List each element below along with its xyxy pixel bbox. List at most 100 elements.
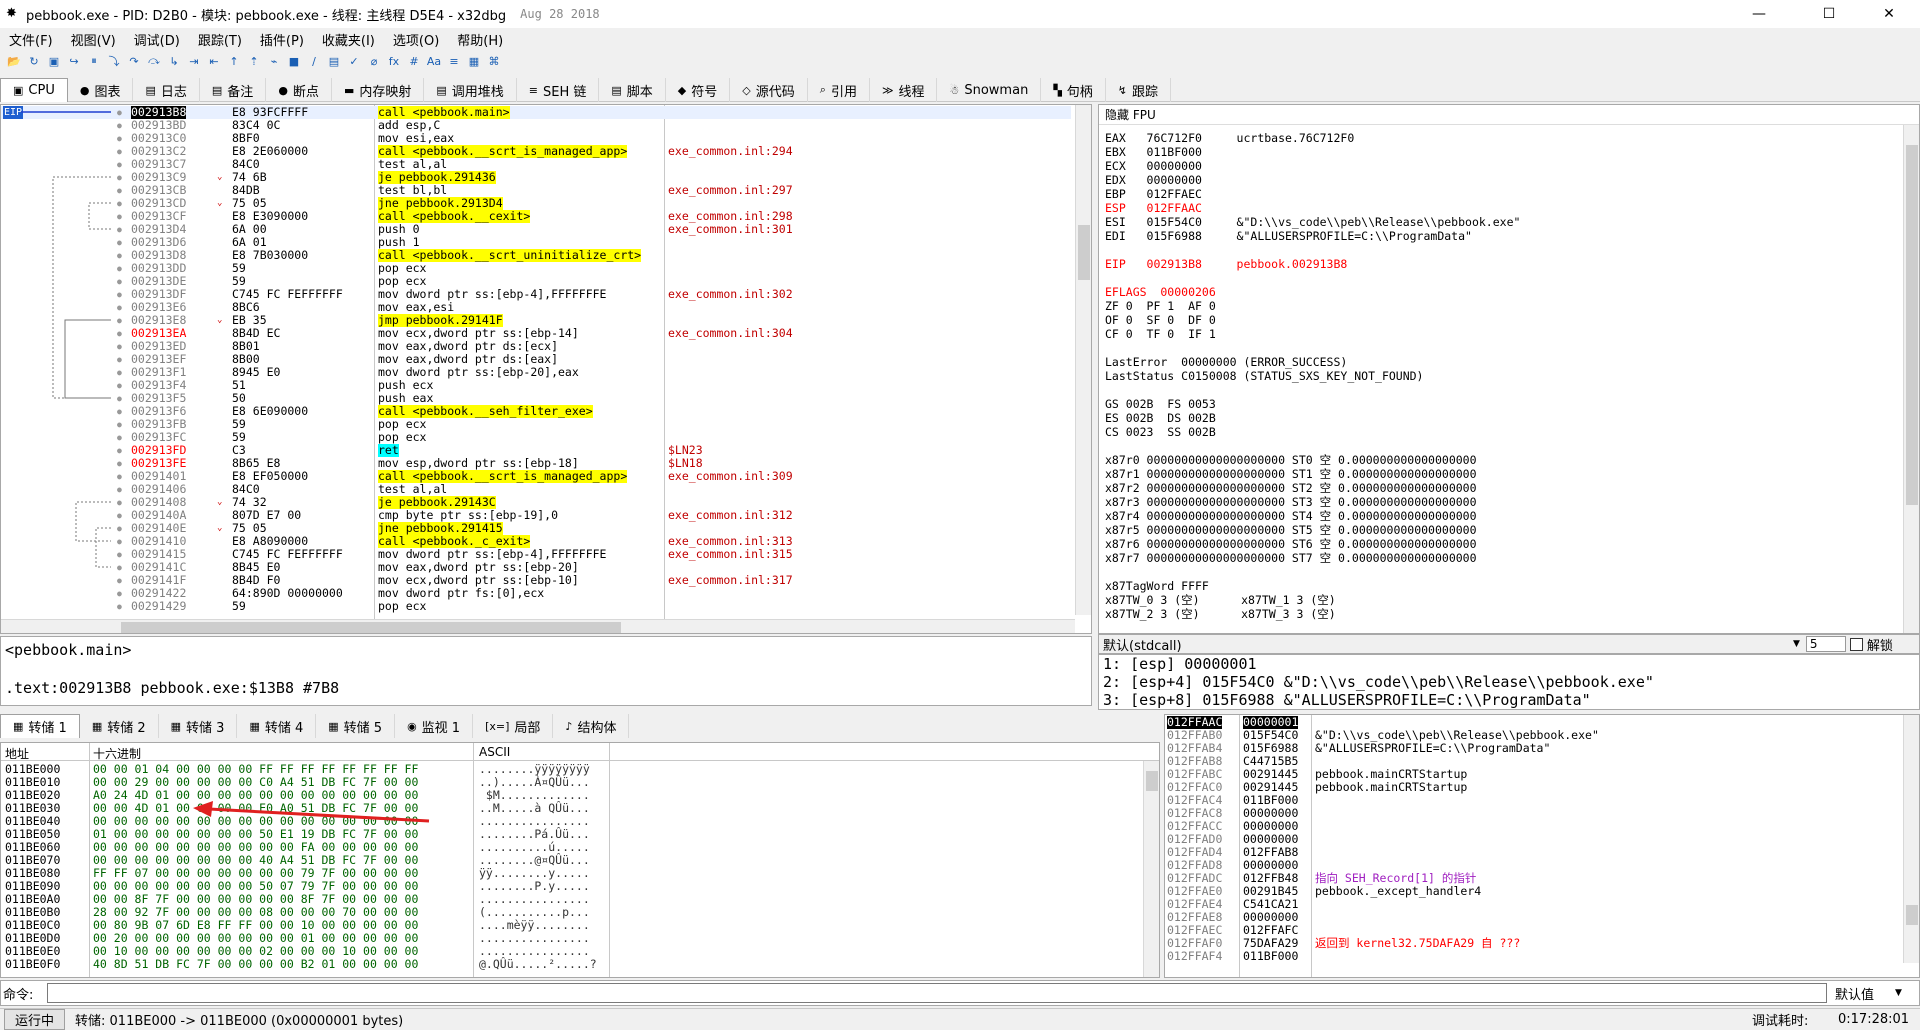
register-line[interactable]: ECX 00000000	[1105, 159, 1202, 173]
register-line[interactable]: OF 0 SF 0 DF 0	[1105, 313, 1216, 327]
disasm-row[interactable]: ● 00291429 59 pop ecx	[1, 600, 1071, 613]
arg-count-input[interactable]: 5	[1805, 636, 1846, 652]
callconv-select[interactable]: 默认(stdcall)	[1103, 635, 1793, 654]
argument-line[interactable]: 3: [esp+8] 015F6988 &"ALLUSERSPROFILE=C:…	[1103, 691, 1591, 709]
toolbar-icon[interactable]: ▤	[326, 53, 342, 69]
register-line[interactable]: LastStatus C0150008 (STATUS_SXS_KEY_NOT_…	[1105, 369, 1424, 383]
tab-item[interactable]: ▤ 调用堆栈	[424, 78, 517, 102]
tab-item[interactable]: ↯ 跟踪	[1106, 78, 1172, 102]
register-line[interactable]: EDX 00000000	[1105, 173, 1202, 187]
regs-scrollbar[interactable]	[1903, 125, 1919, 633]
toolbar-icon[interactable]: ↻	[26, 53, 42, 69]
command-input[interactable]	[47, 983, 1827, 1003]
menu-item[interactable]: 收藏夹(I)	[313, 30, 384, 49]
unlock-checkbox[interactable]	[1849, 637, 1863, 651]
toolbar-icon[interactable]: ⌁	[266, 53, 282, 69]
register-line[interactable]: x87r6 00000000000000000000 ST6 空 0.00000…	[1105, 537, 1477, 551]
tab-item[interactable]: ≡ SEH 链	[517, 78, 600, 102]
dump-address[interactable]: 011BE0F0	[5, 958, 60, 971]
register-line[interactable]: EBX 011BF000	[1105, 145, 1202, 159]
stack-address[interactable]: 012FFAF4	[1167, 950, 1222, 963]
toolbar-icon[interactable]: ↳	[166, 53, 182, 69]
register-line[interactable]: x87r5 00000000000000000000 ST5 空 0.00000…	[1105, 523, 1477, 537]
register-line[interactable]: x87TagWord FFFF	[1105, 579, 1209, 593]
menu-item[interactable]: 调试(D)	[125, 30, 189, 49]
register-line[interactable]: EAX 76C712F0 ucrtbase.76C712F0	[1105, 131, 1354, 145]
register-line[interactable]: EBP 012FFAEC	[1105, 187, 1202, 201]
register-line[interactable]: x87r2 00000000000000000000 ST2 空 0.00000…	[1105, 481, 1477, 495]
menu-item[interactable]: 选项(O)	[384, 30, 448, 49]
register-line[interactable]: x87r4 00000000000000000000 ST4 空 0.00000…	[1105, 509, 1477, 523]
toolbar-icon[interactable]: Aa	[426, 53, 442, 69]
menu-item[interactable]: 跟踪(T)	[189, 30, 251, 49]
dump-tab[interactable]: ▦ 转储 1	[0, 714, 80, 738]
dump-ascii[interactable]: @.QÛü.....².....?	[479, 958, 597, 971]
dump-tab[interactable]: ▦ 转储 4	[237, 714, 317, 738]
register-line[interactable]: x87r7 00000000000000000000 ST7 空 0.00000…	[1105, 551, 1477, 565]
tab-item[interactable]: ▤ 备注	[200, 78, 267, 102]
register-line[interactable]: x87TW_2 3 (空) x87TW_3 3 (空)	[1105, 607, 1336, 621]
register-line[interactable]: EFLAGS 00000206	[1105, 285, 1216, 299]
tab-item[interactable]: ≫ 线程	[870, 78, 938, 102]
register-line[interactable]: x87r3 00000000000000000000 ST3 空 0.00000…	[1105, 495, 1477, 509]
disassembly-view[interactable]: EIP ● 002913B8 E8 93FCFFFF call <pebbook.mai…	[0, 104, 1092, 634]
argument-line[interactable]: 1: [esp] 00000001	[1103, 655, 1257, 673]
close-button[interactable]: ✕	[1866, 0, 1912, 28]
hex-dump[interactable]: 地址 十六进制 ASCII 011BE000 00 00 01 04 00 00 …	[0, 742, 1160, 978]
register-line[interactable]: x87r1 00000000000000000000 ST1 空 0.00000…	[1105, 467, 1477, 481]
register-line[interactable]: EDI 015F6988 &"ALLUSERSPROFILE=C:\\Progr…	[1105, 229, 1472, 243]
menu-item[interactable]: 插件(P)	[251, 30, 313, 49]
disasm-scrollbar[interactable]	[1075, 105, 1091, 615]
toolbar-icon[interactable]: ↪	[66, 53, 82, 69]
register-line[interactable]: ESI 015F54C0 &"D:\\vs_code\\peb\\Release…	[1105, 215, 1520, 229]
toolbar-icon[interactable]: ▣	[46, 53, 62, 69]
register-line[interactable]: GS 002B FS 0053	[1105, 397, 1216, 411]
register-line[interactable]: CS 0023 SS 002B	[1105, 425, 1216, 439]
toolbar-icon[interactable]: ✓	[346, 53, 362, 69]
menu-item[interactable]: 帮助(H)	[448, 30, 512, 49]
toolbar-icon[interactable]: ⌀	[366, 53, 382, 69]
toolbar-icon[interactable]: ⤵	[106, 53, 122, 69]
fpu-toggle[interactable]: 隐藏 FPU	[1099, 105, 1919, 125]
dump-tab[interactable]: ◉ 监视 1	[395, 714, 474, 738]
dump-hex[interactable]: 40 8D 51 DB FC 7F 00 00 00 00 B2 01 00 0…	[93, 958, 418, 971]
dump-tab[interactable]: ▦ 转储 3	[159, 714, 238, 738]
toolbar-icon[interactable]: ⇡	[246, 53, 262, 69]
dump-scrollbar[interactable]	[1143, 761, 1159, 977]
toolbar-icon[interactable]: ∕	[306, 53, 322, 69]
toolbar-icon[interactable]: #	[406, 53, 422, 69]
toolbar-icon[interactable]: ⏸	[86, 53, 102, 69]
stack-view[interactable]: 012FFAAC 00000001 012FFAB0 015F54C0 &"D:\\vs…	[1164, 714, 1920, 978]
register-line[interactable]: LastError 00000000 (ERROR_SUCCESS)	[1105, 355, 1347, 369]
tab-item[interactable]: ▬ 内存映射	[332, 78, 425, 102]
toolbar-icon[interactable]: 📂	[6, 53, 22, 69]
toolbar-icon[interactable]: ⇥	[186, 53, 202, 69]
register-line[interactable]: x87r0 00000000000000000000 ST0 空 0.00000…	[1105, 453, 1477, 467]
minimize-button[interactable]: —	[1736, 0, 1782, 28]
tab-item[interactable]: ▤ 脚本	[599, 78, 666, 102]
toolbar-icon[interactable]: ↑	[226, 53, 242, 69]
tab-item[interactable]: ☃ Snowman	[937, 78, 1042, 102]
menu-item[interactable]: 文件(F)	[0, 30, 62, 49]
tab-item[interactable]: ◇ 源代码	[730, 78, 808, 102]
dump-tab[interactable]: ♪ 结构体	[553, 714, 630, 738]
toolbar-icon[interactable]: ⤼	[146, 53, 162, 69]
arguments-panel[interactable]: 1: [esp] 00000001 2: [esp+4] 015F54C0 &"D…	[1098, 654, 1920, 710]
register-line[interactable]: x87TW_0 3 (空) x87TW_1 3 (空)	[1105, 593, 1336, 607]
tab-item[interactable]: ◆ 符号	[666, 78, 731, 102]
tab-item[interactable]: ▤ 日志	[133, 78, 200, 102]
dump-tab[interactable]: [x=] 局部	[473, 714, 554, 738]
maximize-button[interactable]: ☐	[1806, 0, 1852, 28]
toolbar-icon[interactable]: ■	[286, 53, 302, 69]
tab-item[interactable]: ▣ CPU	[0, 78, 68, 102]
toolbar-icon[interactable]: ▦	[466, 53, 482, 69]
stack-value[interactable]: 011BF000	[1243, 950, 1298, 963]
dump-tab[interactable]: ▦ 转储 5	[316, 714, 396, 738]
register-line[interactable]: ES 002B DS 002B	[1105, 411, 1216, 425]
register-line[interactable]: ZF 0 PF 1 AF 0	[1105, 299, 1216, 313]
disasm-hscrollbar[interactable]	[1, 619, 1075, 633]
toolbar-icon[interactable]: fx	[386, 53, 402, 69]
toolbar-icon[interactable]: ⌘	[486, 53, 502, 69]
register-line[interactable]: CF 0 TF 0 IF 1	[1105, 327, 1216, 341]
toolbar-icon[interactable]: ↷	[126, 53, 142, 69]
